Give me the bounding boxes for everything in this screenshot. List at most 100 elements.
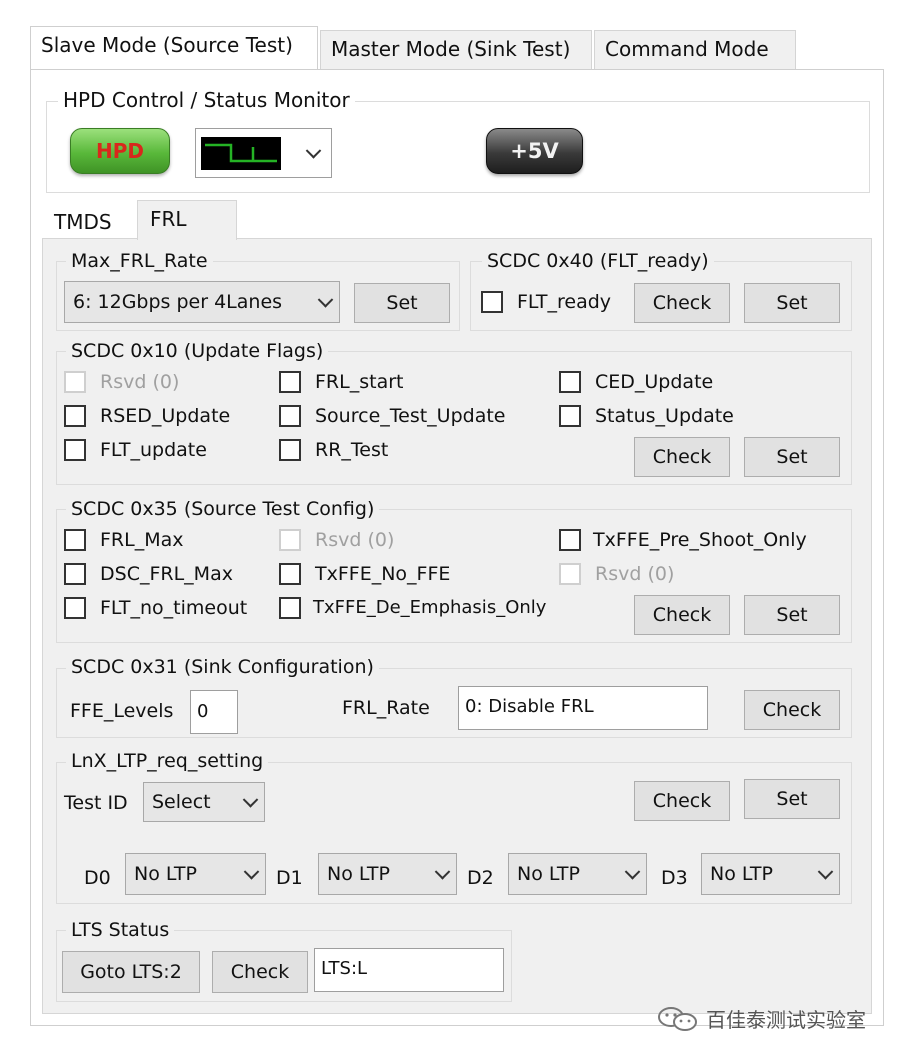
hpd-waveform-select[interactable] xyxy=(195,128,332,178)
tab-master-label: Master Mode (Sink Test) xyxy=(331,37,571,61)
ffe-levels-value: 0 xyxy=(197,701,209,722)
max-frl-rate-select[interactable]: 6: 12Gbps per 4Lanes xyxy=(64,281,340,323)
tab-master-mode[interactable]: Master Mode (Sink Test) xyxy=(320,30,592,70)
chevron-down-icon xyxy=(317,292,334,308)
dsc-frl-max-box[interactable] xyxy=(64,563,86,585)
ced-update-checkbox[interactable]: CED_Update xyxy=(559,371,713,393)
flt-ready-checkbox[interactable]: FLT_ready xyxy=(481,291,611,313)
hpd-button[interactable]: HPD xyxy=(70,128,170,174)
ced-update-box[interactable] xyxy=(559,371,581,393)
watermark: 百佳泰测试实验室 xyxy=(656,1004,866,1033)
max-frl-set-button[interactable]: Set xyxy=(354,283,450,323)
scdc10-set-button[interactable]: Set xyxy=(744,437,840,477)
frl-rate-field[interactable]: 0: Disable FRL xyxy=(458,686,708,730)
lane-d2-select[interactable]: No LTP xyxy=(508,853,647,895)
lts-check-button[interactable]: Check xyxy=(212,951,308,993)
txffe-no-ffe-box[interactable] xyxy=(279,563,301,585)
flt-ready-label: FLT_ready xyxy=(517,291,612,313)
status-update-box[interactable] xyxy=(559,405,581,427)
rsvd2-box xyxy=(559,563,581,585)
subtab-frl-label: FRL xyxy=(150,207,187,231)
ltp-set-button[interactable]: Set xyxy=(744,779,840,819)
ffe-levels-input[interactable]: 0 xyxy=(190,690,238,734)
test-id-select[interactable]: Select xyxy=(143,782,265,822)
tab-command-mode[interactable]: Command Mode xyxy=(594,30,796,70)
scdc10-check-button[interactable]: Check xyxy=(634,437,730,477)
hpd-group-title: HPD Control / Status Monitor xyxy=(58,89,355,111)
txffe-de-emphasis-label: TxFFE_De_Emphasis_Only xyxy=(313,597,547,618)
dsc-frl-max-checkbox[interactable]: DSC_FRL_Max xyxy=(64,563,233,585)
power-5v-button[interactable]: +5V xyxy=(486,128,583,174)
flt-no-timeout-label: FLT_no_timeout xyxy=(100,597,248,619)
scdc35-set-button[interactable]: Set xyxy=(744,595,840,635)
txffe-de-emphasis-checkbox[interactable]: TxFFE_De_Emphasis_Only xyxy=(279,597,546,619)
txffe-pre-shoot-box[interactable] xyxy=(559,529,581,551)
txffe-no-ffe-checkbox[interactable]: TxFFE_No_FFE xyxy=(279,563,450,585)
scdc40-check-button[interactable]: Check xyxy=(634,283,730,323)
rr-test-checkbox[interactable]: RR_Test xyxy=(279,439,388,461)
test-id-label: Test ID xyxy=(64,792,128,814)
rsed-update-label: RSED_Update xyxy=(100,405,231,427)
goto-lts-button[interactable]: Goto LTS:2 xyxy=(62,951,200,993)
scdc40-set-label: Set xyxy=(776,292,808,314)
scdc-0x31-group xyxy=(56,668,852,738)
ffe-levels-label: FFE_Levels xyxy=(70,700,174,722)
max-frl-rate-title: Max_FRL_Rate xyxy=(66,250,213,272)
scdc40-set-button[interactable]: Set xyxy=(744,283,840,323)
watermark-text: 百佳泰测试实验室 xyxy=(706,1008,866,1032)
lane-d1-select[interactable]: No LTP xyxy=(318,853,457,895)
chevron-down-icon xyxy=(305,143,322,159)
frl-rate-label: FRL_Rate xyxy=(342,697,430,719)
lane-d3-select[interactable]: No LTP xyxy=(701,853,840,895)
flt-update-checkbox[interactable]: FLT_update xyxy=(64,439,207,461)
flt-update-box[interactable] xyxy=(64,439,86,461)
subtab-tmds[interactable]: TMDS xyxy=(42,205,137,239)
rsed-update-box[interactable] xyxy=(64,405,86,427)
tab-slave-mode[interactable]: Slave Mode (Source Test) xyxy=(30,26,318,70)
waveform-icon xyxy=(201,137,281,170)
tab-slave-label: Slave Mode (Source Test) xyxy=(41,33,293,57)
scdc35-check-label: Check xyxy=(652,604,712,626)
frl-max-label: FRL_Max xyxy=(100,529,184,551)
scdc35-check-button[interactable]: Check xyxy=(634,595,730,635)
lts-status-value: LTS:L xyxy=(321,958,368,979)
rsvd-box xyxy=(64,371,86,393)
flt-update-label: FLT_update xyxy=(100,439,207,461)
rsed-update-checkbox[interactable]: RSED_Update xyxy=(64,405,230,427)
lane-d0-value: No LTP xyxy=(134,863,197,885)
status-update-checkbox[interactable]: Status_Update xyxy=(559,405,734,427)
tab-command-label: Command Mode xyxy=(605,37,769,61)
rr-test-label: RR_Test xyxy=(315,439,389,461)
flt-ready-box[interactable] xyxy=(481,291,503,313)
source-test-update-box[interactable] xyxy=(279,405,301,427)
test-id-value: Select xyxy=(152,791,211,813)
frl-rate-value: 0: Disable FRL xyxy=(465,696,594,717)
ltp-req-setting-title: LnX_LTP_req_setting xyxy=(66,750,269,772)
lane-d1-value: No LTP xyxy=(327,863,390,885)
source-test-update-checkbox[interactable]: Source_Test_Update xyxy=(279,405,505,427)
rr-test-box[interactable] xyxy=(279,439,301,461)
txffe-pre-shoot-checkbox[interactable]: TxFFE_Pre_Shoot_Only xyxy=(559,529,807,551)
scdc-0x40-title: SCDC 0x40 (FLT_ready) xyxy=(482,250,714,272)
scdc-0x10-title: SCDC 0x10 (Update Flags) xyxy=(66,340,329,362)
frl-start-checkbox[interactable]: FRL_start xyxy=(279,371,403,393)
frl-start-box[interactable] xyxy=(279,371,301,393)
lane-d0-select[interactable]: No LTP xyxy=(125,853,266,895)
scdc10-check-label: Check xyxy=(652,446,712,468)
subtab-frl[interactable]: FRL xyxy=(137,200,237,240)
max-frl-rate-value: 6: 12Gbps per 4Lanes xyxy=(73,291,283,313)
flt-no-timeout-checkbox[interactable]: FLT_no_timeout xyxy=(64,597,247,619)
txffe-de-emphasis-box[interactable] xyxy=(279,597,301,619)
scdc40-check-label: Check xyxy=(652,292,712,314)
chevron-down-icon xyxy=(434,864,451,880)
power-5v-label: +5V xyxy=(510,139,559,163)
flt-no-timeout-box[interactable] xyxy=(64,597,86,619)
frl-max-box[interactable] xyxy=(64,529,86,551)
frl-max-checkbox[interactable]: FRL_Max xyxy=(64,529,184,551)
ltp-check-button[interactable]: Check xyxy=(634,781,730,821)
scdc31-check-button[interactable]: Check xyxy=(744,690,840,730)
subtab-tmds-label: TMDS xyxy=(54,210,112,234)
dsc-frl-max-label: DSC_FRL_Max xyxy=(100,563,233,585)
ltp-check-label: Check xyxy=(652,790,712,812)
scdc10-set-label: Set xyxy=(776,446,808,468)
